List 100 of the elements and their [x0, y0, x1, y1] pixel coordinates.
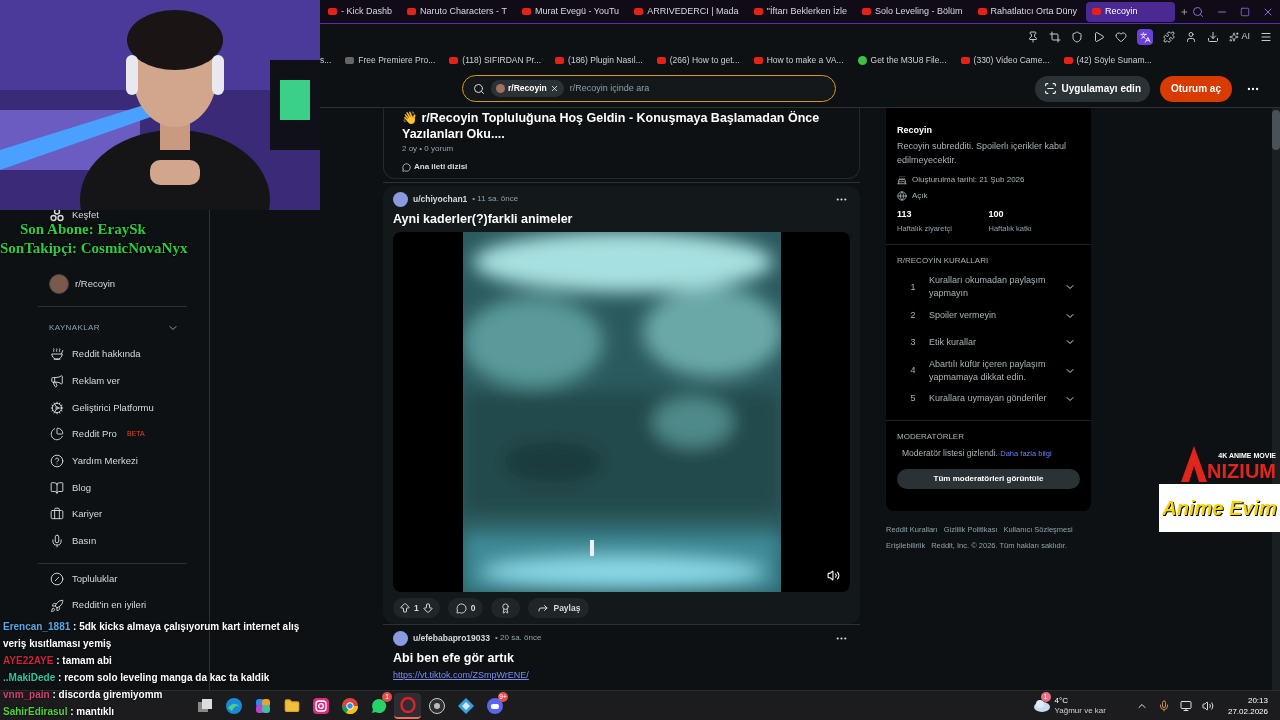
close-icon[interactable] — [549, 84, 559, 93]
get-app-button[interactable]: Uygulamayı edin — [1034, 75, 1150, 102]
community-description: Recoyin subredditi. Spoilerlı içerikler kabul edilmeyecektir. — [897, 139, 1068, 167]
chat-message: vnm_pain : discorda giremiyomm — [2, 688, 163, 702]
subreddit-chip[interactable]: r/Recoyin — [491, 80, 564, 97]
view-moderators-button[interactable]: Tüm moderatörleri görüntüle — [897, 469, 1080, 490]
browser-tab[interactable]: Murat Evegü - YouTu — [515, 1, 626, 22]
sidebar-item[interactable]: Yardım Merkezi — [38, 447, 187, 475]
scan-icon — [1043, 82, 1057, 95]
login-button[interactable]: Oturum aç — [1160, 75, 1232, 102]
translate-button[interactable] — [1137, 29, 1154, 45]
chat-bubble-icon — [370, 697, 387, 714]
browser-tab[interactable]: Solo Leveling - Bölüm — [855, 1, 969, 22]
puzzle-icon[interactable] — [1163, 31, 1176, 43]
bookmark[interactable]: (186) Plugin Nasıl... — [555, 53, 643, 67]
comment-icon — [402, 162, 411, 172]
favicon-icon — [857, 55, 867, 65]
search-icon — [473, 82, 485, 95]
avatar-icon — [393, 191, 408, 207]
bookmark[interactable]: How to make a VA... — [753, 53, 844, 67]
dark-circle-icon — [428, 697, 445, 714]
diamond-icon — [457, 697, 474, 714]
ai-button[interactable]: AI — [1229, 30, 1250, 44]
crop-icon[interactable] — [1049, 31, 1062, 43]
pin-icon[interactable] — [1027, 31, 1040, 43]
thread-button[interactable]: Ana ileti dizisi — [402, 161, 468, 173]
pinned-post-title[interactable]: 👋 r/Recoyin Topluluğuna Hoş Geldin - Konuşmaya Başlamadan Önce Yazılanları Oku.... — [402, 110, 841, 142]
camera-icon — [312, 697, 329, 714]
share-button[interactable]: Paylaş — [528, 598, 590, 618]
downvote-icon[interactable] — [421, 602, 434, 614]
post-time: • 20 sa. önce — [495, 632, 542, 644]
post-author[interactable]: u/efebabapro19033 — [413, 631, 490, 645]
bookmark[interactable]: s... — [320, 53, 332, 67]
post-author[interactable]: u/chiyochan1 — [413, 192, 468, 206]
sidebar-item[interactable]: Geliştirici Platformu — [38, 394, 187, 422]
post-link[interactable]: https://vt.tiktok.com/ZSmpWrENE/ — [393, 669, 529, 683]
bookmark[interactable]: (266) How to get... — [656, 53, 740, 67]
help-icon — [50, 454, 64, 469]
windows-stack-icon — [196, 697, 213, 714]
comments-button[interactable]: 0 — [447, 598, 484, 618]
browser-tab[interactable]: Rahatlatıcı Orta Düny — [971, 1, 1084, 22]
heart-icon[interactable] — [1115, 31, 1128, 43]
sidebar-item[interactable]: Reddit'in en iyileri — [38, 592, 187, 619]
sidebar-item[interactable]: Topluluklar — [38, 565, 187, 593]
post-title[interactable]: Abi ben efe gör artık — [393, 649, 850, 667]
play-icon[interactable] — [1093, 31, 1106, 43]
bookmark[interactable]: (118) SIFIRDAN Pr... — [449, 53, 542, 67]
wave-circle-icon — [225, 697, 242, 714]
pinned-post-card[interactable]: 👋 r/Recoyin Topluluğuna Hoş Geldin - Konuşmaya Başlamadan Önce Yazılanları Oku.... 2 oy • 0 yorum Ana ileti dizisi — [383, 108, 860, 179]
video-player[interactable] — [393, 232, 850, 592]
vote-count: 1 — [414, 601, 419, 615]
briefcase-icon — [50, 507, 64, 522]
sidebar-item[interactable]: Reddit hakkında — [38, 341, 187, 368]
rule-item[interactable]: 4 Abartılı küfür içeren paylaşım yapmamaya dikkat edin. — [897, 355, 1080, 386]
clock[interactable]: 20:13 27.02.2026 — [1227, 694, 1268, 717]
browser-tab[interactable]: Recoyin — [1086, 1, 1176, 22]
bookmark[interactable]: Free Premiere Pro... — [345, 53, 436, 67]
favicon-icon — [960, 56, 970, 64]
favicon-icon — [1092, 8, 1102, 15]
browser-tab[interactable]: Naruto Characters - T — [401, 1, 513, 22]
bookmark[interactable]: (42) Söyle Sunam... — [1063, 53, 1152, 67]
upvote-icon[interactable] — [399, 602, 411, 614]
taskbar-button[interactable] — [394, 692, 421, 719]
menu-icon[interactable] — [1260, 31, 1272, 43]
download-icon[interactable] — [1207, 31, 1220, 43]
profile-icon[interactable] — [1185, 31, 1198, 43]
search-icon[interactable] — [1192, 5, 1204, 18]
maximize-icon[interactable] — [1240, 6, 1250, 17]
sidebar-item[interactable]: Basın — [38, 527, 187, 555]
shield-icon[interactable] — [1071, 31, 1084, 43]
visibility-text: Açık — [912, 189, 928, 202]
volume-icon[interactable] — [1201, 699, 1214, 712]
browser-tab[interactable]: ARRIVEDERCI | Mada — [628, 1, 745, 22]
sidebar-item[interactable]: Reklam ver — [38, 367, 187, 395]
section-heading: MODERATÖRLER — [897, 431, 965, 444]
rule-item[interactable]: 2 Spoiler vermeyin — [897, 302, 1080, 329]
chat-message: SahirEdirasul : mantıklı — [2, 705, 115, 719]
sidebar-item[interactable]: r/Recoyin — [38, 271, 187, 297]
rule-item[interactable]: 1 Kuralları okumadan paylaşım yapmayın — [897, 272, 1080, 303]
folder-icon — [283, 697, 300, 714]
award-button[interactable] — [491, 598, 521, 618]
circles-icon — [50, 208, 64, 222]
sidebar-item[interactable]: Keşfet — [38, 208, 187, 222]
browser-tab[interactable]: ''İftarı Beklerken İzle — [747, 1, 853, 22]
sidebar-item[interactable]: Kariyer — [38, 501, 187, 528]
browser-tab[interactable]: - Kick Dashb — [322, 1, 399, 22]
speaker-icon[interactable] — [827, 569, 840, 582]
avatar-icon — [49, 274, 69, 294]
bookmark[interactable]: (330) Video Came... — [960, 53, 1050, 67]
microphone-icon[interactable] — [1157, 699, 1170, 712]
network-icon[interactable] — [1179, 699, 1192, 712]
moderators-note: Moderatör listesi gizlendi. — [902, 448, 998, 459]
post-title[interactable]: Ayni kaderler(?)farkli animeler — [393, 210, 850, 228]
rule-item[interactable]: 3 Etik kurallar — [897, 328, 1080, 356]
bookmark[interactable]: Get the M3U8 File... — [857, 53, 947, 67]
rule-item[interactable]: 5 Kurallara uymayan gönderiler — [897, 385, 1080, 413]
sidebar-item[interactable]: Blog — [38, 474, 187, 502]
favicon-icon — [345, 56, 355, 64]
favicon-icon — [753, 56, 763, 64]
search-field[interactable]: r/Recoyin r/Recoyin içinde ara — [462, 75, 836, 102]
